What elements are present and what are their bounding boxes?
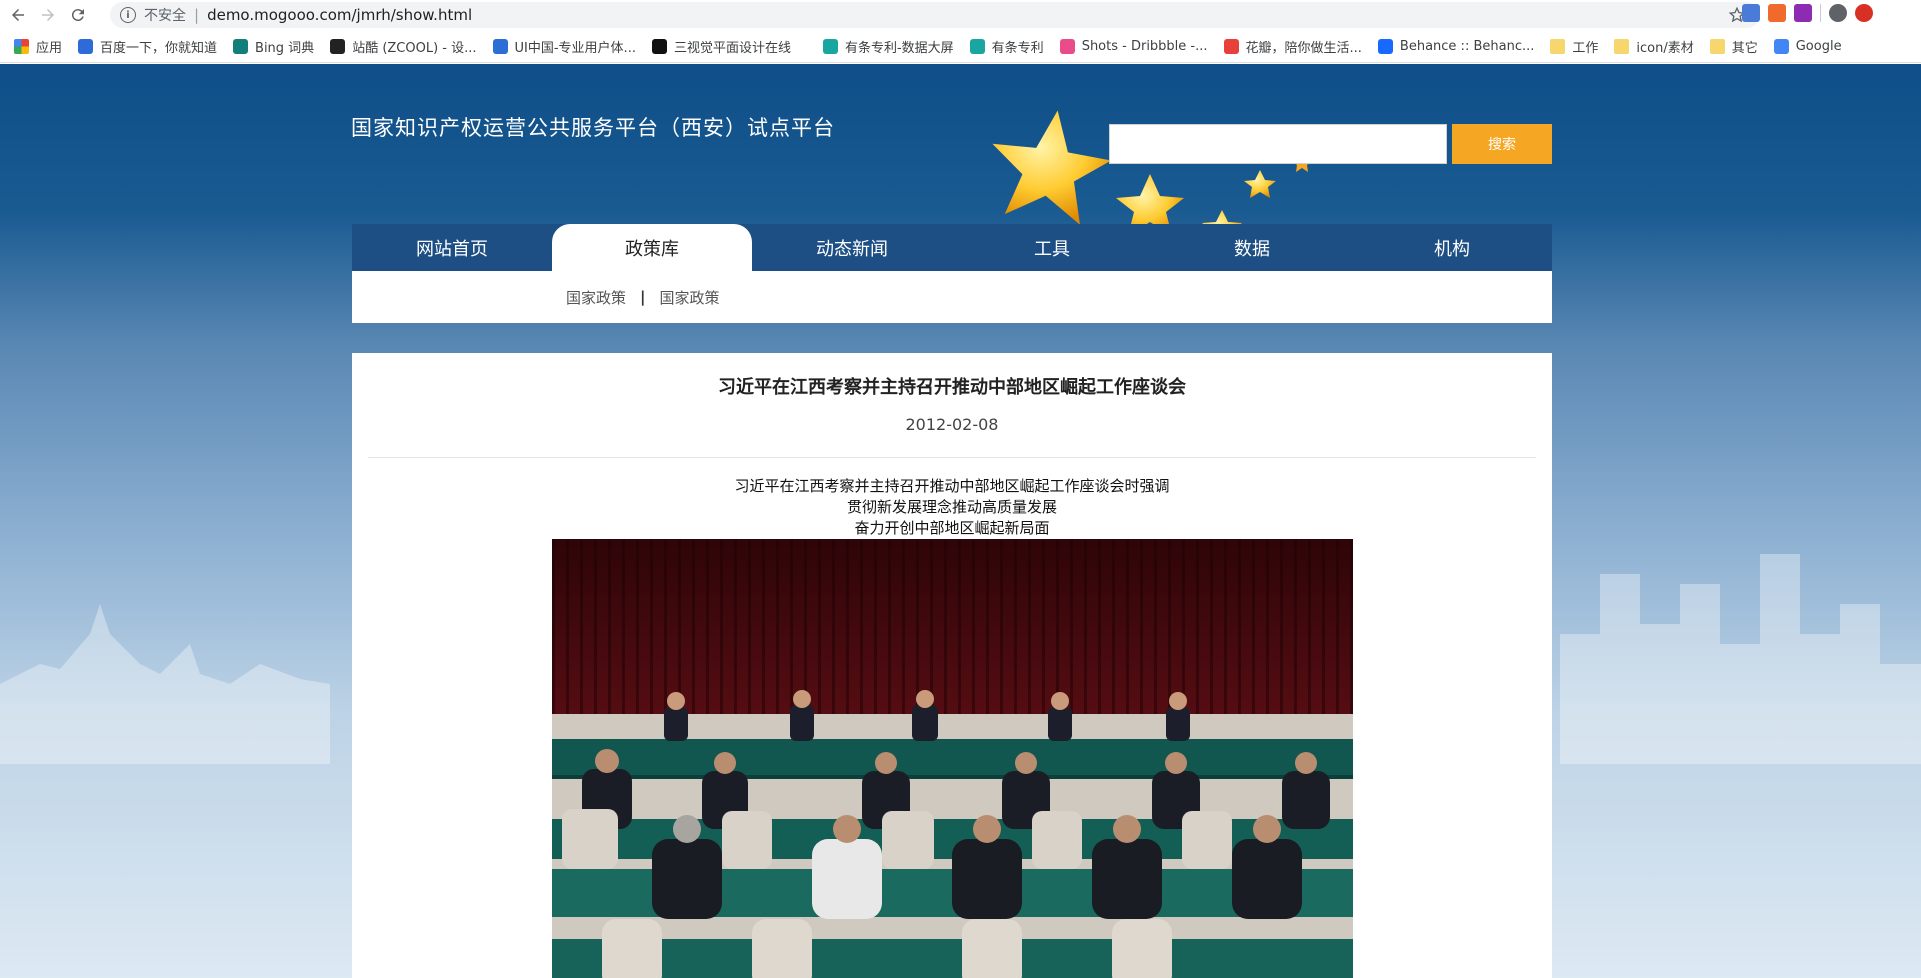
nav-tab-tools[interactable]: 工具 (952, 224, 1152, 271)
bookmark-item[interactable]: 有条专利-数据大屏 (822, 37, 954, 56)
subnav-item-national-policy-2[interactable]: 国家政策 (660, 287, 720, 308)
extension-orange-icon[interactable] (1768, 4, 1786, 22)
browser-toolbar: i 不安全 | demo.mogooo.com/jmrh/show.html (0, 0, 1921, 30)
extensions-area (1742, 4, 1873, 22)
search-button[interactable]: 搜索 (1452, 124, 1552, 164)
bookmark-item[interactable]: 有条专利 (969, 37, 1044, 56)
article-date: 2012-02-08 (905, 415, 999, 434)
bookmark-item[interactable]: Shots - Dribbble -... (1059, 38, 1208, 54)
bing-icon (233, 38, 249, 54)
info-icon[interactable]: i (120, 7, 136, 23)
folder-icon (1709, 38, 1725, 54)
bookmark-item[interactable]: UI中国-专业用户体... (492, 37, 636, 56)
security-label: 不安全 (144, 8, 186, 24)
ui-china-icon (492, 38, 508, 54)
bookmark-label: 三视觉平面设计在线 (673, 40, 791, 56)
article-subheading: 贯彻新发展理念推动高质量发展 (846, 498, 1057, 516)
bookmark-label: 应用 (36, 40, 63, 56)
sub-nav: 国家政策 | 国家政策 (352, 271, 1552, 323)
bookmarks-bar: 应用 百度一下，你就知道 Bing 词典 站酷 (ZCOOL) - 设... UI中国-… (0, 30, 1921, 63)
google-icon (1773, 38, 1789, 54)
article-subheading: 习近平在江西考察并主持召开推动中部地区崛起工作座谈会时强调 (734, 477, 1170, 495)
bookmark-label: 其它 (1731, 40, 1758, 56)
title-divider (368, 457, 1536, 458)
bookmark-item[interactable]: 工作 (1550, 37, 1598, 56)
bookmark-label: 工作 (1572, 40, 1599, 56)
nav-tab-data[interactable]: 数据 (1152, 224, 1352, 271)
forward-button[interactable] (36, 3, 60, 27)
update-icon[interactable] (1855, 4, 1873, 22)
apps-grid-icon (14, 38, 29, 54)
bookmark-label: 百度一下，你就知道 (100, 40, 218, 56)
folder-icon (1550, 38, 1566, 54)
toolbar-divider (1820, 4, 1821, 22)
search-input[interactable] (1109, 124, 1447, 164)
bookmark-label: 花瓣，陪你做生活... (1245, 40, 1362, 56)
youtiao-icon (969, 38, 985, 54)
url-text[interactable]: demo.mogooo.com/jmrh/show.html (207, 6, 472, 24)
nav-tab-institutions[interactable]: 机构 (1352, 224, 1552, 271)
article-panel: 习近平在江西考察并主持召开推动中部地区崛起工作座谈会 2012-02-08 习近… (352, 353, 1552, 978)
bookmark-item[interactable]: icon/素材 (1614, 37, 1694, 56)
bookmark-label: Bing 词典 (255, 40, 315, 56)
main-nav: 网站首页 政策库 动态新闻 工具 数据 机构 (352, 224, 1552, 271)
baidu-icon (78, 38, 94, 54)
nav-tab-home[interactable]: 网站首页 (352, 224, 552, 271)
bookmark-item[interactable]: Bing 词典 (233, 37, 314, 56)
bookmark-label: Shots - Dribbble -... (1081, 38, 1208, 54)
youtiao-icon (822, 38, 838, 54)
bookmark-item[interactable]: 应用 (14, 37, 62, 56)
bookmark-label: icon/素材 (1636, 40, 1694, 56)
subnav-item-national-policy[interactable]: 国家政策 (566, 287, 626, 308)
behance-icon (1377, 38, 1393, 54)
back-button[interactable] (6, 3, 30, 27)
reload-button[interactable] (66, 3, 90, 27)
bookmark-label: Behance :: Behanc... (1399, 38, 1535, 54)
nav-tab-news[interactable]: 动态新闻 (752, 224, 952, 271)
translate-extension-icon[interactable] (1742, 4, 1760, 22)
site-title[interactable]: 国家知识产权运营公共服务平台（西安）试点平台 (351, 112, 835, 142)
bookmark-item[interactable]: Behance :: Behanc... (1377, 38, 1535, 54)
address-bar[interactable]: i 不安全 | demo.mogooo.com/jmrh/show.html (110, 2, 1760, 28)
sansj-icon (651, 38, 667, 54)
bookmark-item[interactable]: 花瓣，陪你做生活... (1223, 37, 1362, 56)
bookmark-label: 有条专利-数据大屏 (844, 40, 954, 56)
bookmark-label: Google (1795, 38, 1842, 54)
huaban-icon (1223, 38, 1239, 54)
page-body: 国家知识产权运营公共服务平台（西安）试点平台 搜索 网站首页 政策库 动态新闻 工具数… (0, 64, 1921, 978)
bookmark-item[interactable]: Google (1773, 38, 1842, 54)
bookmark-item[interactable]: 其它 (1709, 37, 1758, 56)
meeting-photo (552, 539, 1353, 978)
bookmark-item[interactable]: 百度一下，你就知道 (78, 37, 217, 56)
article-subheading: 奋力开创中部地区崛起新局面 (854, 519, 1050, 537)
back-arrow-icon (12, 9, 24, 21)
bookmark-item[interactable]: 三视觉平面设计在线 (651, 37, 791, 56)
zcool-icon (330, 38, 346, 54)
forward-arrow-icon (42, 9, 54, 21)
profile-avatar-icon[interactable] (1829, 4, 1847, 22)
dribbble-icon (1059, 38, 1075, 54)
address-separator: | (194, 6, 200, 24)
extension-rp-icon[interactable] (1794, 4, 1812, 22)
nav-tab-policy-library[interactable]: 政策库 (552, 224, 752, 271)
folder-icon (1614, 38, 1630, 54)
article-title: 习近平在江西考察并主持召开推动中部地区崛起工作座谈会 (718, 377, 1186, 398)
bookmark-label: UI中国-专业用户体... (514, 40, 636, 56)
bookmark-label: 有条专利 (991, 40, 1044, 56)
subnav-separator: | (640, 288, 646, 306)
bookmark-item[interactable]: 站酷 (ZCOOL) - 设... (330, 37, 477, 56)
reload-icon (71, 9, 84, 22)
bookmark-label: 站酷 (ZCOOL) - 设... (352, 40, 477, 56)
